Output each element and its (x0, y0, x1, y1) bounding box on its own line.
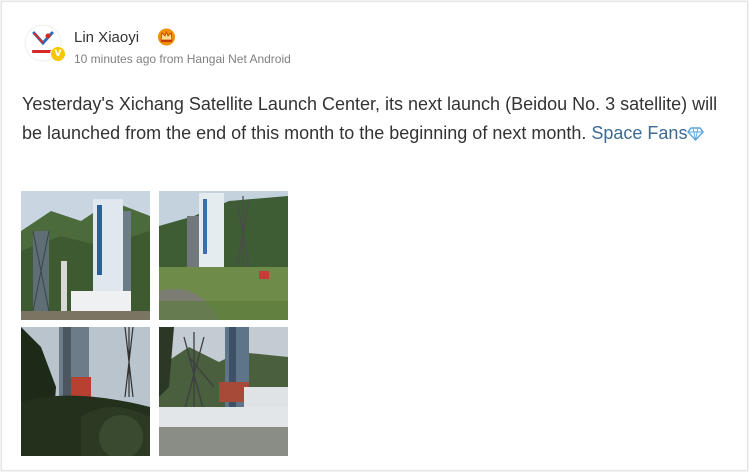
author-name[interactable]: Lin Xiaoyi (74, 29, 139, 46)
launch-tower-photo-3[interactable] (21, 327, 150, 456)
launch-tower-photo-2[interactable] (159, 191, 288, 320)
diamond-icon (687, 127, 705, 141)
topic-link[interactable]: Space Fans (591, 123, 705, 143)
post-source[interactable]: Hangai Net Android (187, 52, 291, 66)
weibo-post-card: V Lin Xiaoyi 10 minutes ago from Hangai … (1, 1, 748, 471)
post-content: Yesterday's Xichang Satellite Launch Cen… (22, 90, 722, 148)
from-label: from (159, 52, 184, 66)
member-crown-icon[interactable] (157, 27, 176, 46)
verified-badge-icon: V (50, 46, 66, 62)
post-meta: 10 minutes ago from Hangai Net Android (74, 52, 291, 66)
launch-tower-photo-1[interactable] (21, 191, 150, 320)
topic-link-label[interactable]: Space Fans (591, 123, 687, 143)
launch-tower-photo-4[interactable] (159, 327, 288, 456)
post-timestamp[interactable]: 10 minutes ago (74, 52, 156, 66)
